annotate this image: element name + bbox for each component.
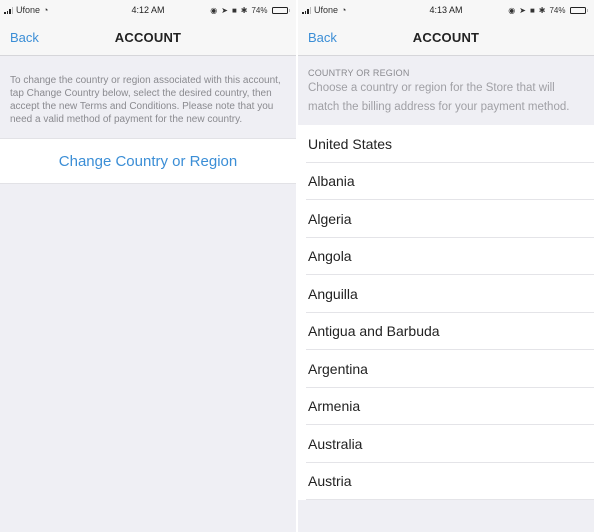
section-title: COUNTRY OR REGION: [308, 68, 410, 78]
location-icon: ➤: [519, 5, 526, 15]
country-name: Armenia: [308, 398, 361, 415]
lock-rotation-icon: ◉: [210, 5, 218, 15]
page-title: ACCOUNT: [114, 30, 182, 45]
signal-icon: [302, 6, 311, 14]
back-button[interactable]: Back: [308, 30, 337, 45]
country-name: Austria: [308, 473, 352, 490]
change-country-info: To change the country or region associat…: [10, 75, 281, 125]
country-row[interactable]: Argentina: [298, 350, 594, 388]
battery-percent: 74%: [251, 5, 268, 15]
country-name: Antigua and Barbuda: [308, 323, 440, 340]
change-country-cell[interactable]: Change Country or Region: [0, 138, 296, 184]
bluetooth-icon: ✱: [240, 5, 248, 15]
alarm-icon: ■: [231, 5, 237, 15]
country-row[interactable]: Armenia: [298, 388, 594, 426]
country-row[interactable]: Albania: [298, 163, 594, 201]
carrier-label: Ufone: [314, 5, 339, 15]
navigation-bar: Back ACCOUNT: [0, 20, 296, 56]
bluetooth-icon: ✱: [538, 5, 546, 15]
country-list: United States Albania Algeria Angola Ang…: [298, 125, 594, 500]
account-screen-right: Ufone ◔ 4:13 AM ◉ ➤ ■ ✱ 74% Back ACCOUNT…: [298, 0, 594, 532]
signal-icon: [4, 6, 13, 14]
location-icon: ➤: [221, 5, 228, 15]
section-description: Choose a country or region for the Store…: [308, 82, 570, 113]
country-row[interactable]: Austria: [298, 463, 594, 501]
status-bar: Ufone ◔ 4:13 AM ◉ ➤ ■ ✱ 74%: [298, 0, 594, 20]
battery-icon: [271, 6, 290, 14]
alarm-icon: ■: [529, 5, 535, 15]
carrier-label: Ufone: [16, 5, 41, 15]
status-time: 4:12 AM: [131, 5, 165, 15]
navigation-bar: Back ACCOUNT: [298, 20, 594, 56]
country-row[interactable]: Angola: [298, 238, 594, 276]
wifi-icon: ◔: [341, 5, 347, 15]
country-name: Albania: [308, 173, 355, 190]
country-name: Angola: [308, 248, 352, 265]
account-screen-left: Ufone ◔ 4:12 AM ◉ ➤ ■ ✱ 74% Back ACCOUNT…: [0, 0, 296, 532]
status-time: 4:13 AM: [429, 5, 463, 15]
country-name: Australia: [308, 435, 363, 452]
back-button[interactable]: Back: [10, 30, 39, 45]
country-row[interactable]: United States: [298, 125, 594, 163]
country-name: Algeria: [308, 210, 352, 227]
wifi-icon: ◔: [43, 5, 49, 15]
country-row[interactable]: Antigua and Barbuda: [298, 313, 594, 351]
country-name: United States: [308, 135, 393, 152]
page-title: ACCOUNT: [412, 30, 480, 45]
section-header: COUNTRY OR REGION Choose a country or re…: [298, 56, 594, 125]
battery-percent: 74%: [549, 5, 566, 15]
country-name: Anguilla: [308, 285, 358, 302]
country-row[interactable]: Australia: [298, 425, 594, 463]
battery-icon: [569, 6, 588, 14]
lock-rotation-icon: ◉: [508, 5, 516, 15]
change-country-button[interactable]: Change Country or Region: [59, 153, 237, 170]
status-bar: Ufone ◔ 4:12 AM ◉ ➤ ■ ✱ 74%: [0, 0, 296, 20]
country-row[interactable]: Anguilla: [298, 275, 594, 313]
country-row[interactable]: Algeria: [298, 200, 594, 238]
country-name: Argentina: [308, 360, 368, 377]
